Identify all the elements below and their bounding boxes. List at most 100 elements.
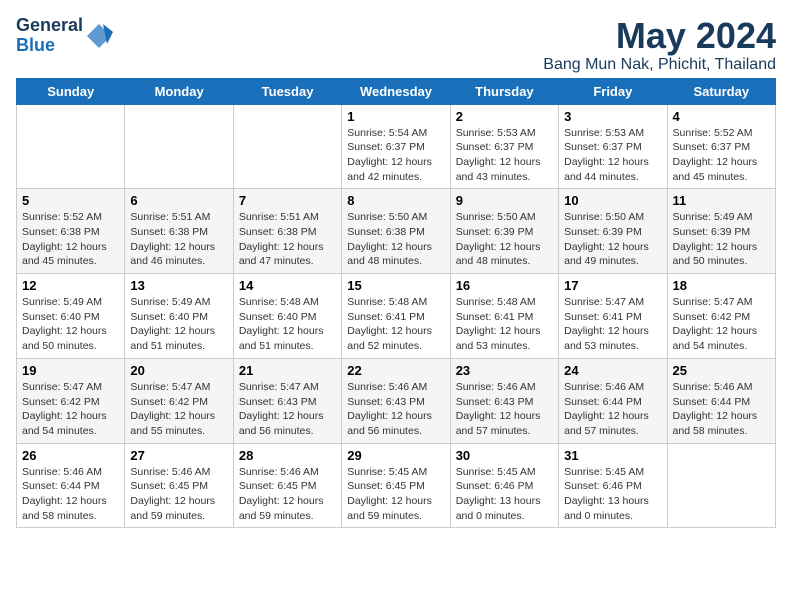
calendar-cell: 17 Sunrise: 5:47 AMSunset: 6:41 PMDayligh… [559, 274, 667, 359]
day-info: Sunrise: 5:45 AMSunset: 6:46 PMDaylight:… [564, 465, 661, 524]
header-saturday: Saturday [667, 78, 775, 104]
day-number: 10 [564, 193, 661, 208]
calendar-body: 1Sunrise: 5:54 AMSunset: 6:37 PMDaylight… [17, 104, 776, 528]
calendar-cell: 26Sunrise: 5:46 AMSunset: 6:44 PMDayligh… [17, 443, 125, 528]
day-info: Sunrise: 5:46 AMSunset: 6:43 PMDaylight:… [456, 380, 553, 439]
calendar-cell: 4 Sunrise: 5:52 AMSunset: 6:37 PMDaylight… [667, 104, 775, 189]
day-info: Sunrise: 5:51 AMSunset: 6:38 PMDaylight:… [130, 210, 227, 269]
day-info: Sunrise: 5:46 AMSunset: 6:44 PMDaylight:… [564, 380, 661, 439]
day-info: Sunrise: 5:46 AMSunset: 6:45 PMDaylight:… [239, 465, 336, 524]
day-number: 3 [564, 109, 661, 124]
day-number: 27 [130, 448, 227, 463]
calendar-cell: 31 Sunrise: 5:45 AMSunset: 6:46 PMDayligh… [559, 443, 667, 528]
calendar-title: May 2024 [543, 16, 776, 56]
calendar-cell: 7Sunrise: 5:51 AMSunset: 6:38 PMDaylight… [233, 189, 341, 274]
day-info: Sunrise: 5:48 AMSunset: 6:41 PMDaylight:… [456, 295, 553, 354]
calendar-cell [125, 104, 233, 189]
calendar-table: SundayMondayTuesdayWednesdayThursdayFrid… [16, 78, 776, 529]
header-sunday: Sunday [17, 78, 125, 104]
page-header: General Blue May 2024 Bang Mun Nak, Phic… [16, 16, 776, 74]
calendar-week-4: 26Sunrise: 5:46 AMSunset: 6:44 PMDayligh… [17, 443, 776, 528]
day-info: Sunrise: 5:53 AMSunset: 6:37 PMDaylight:… [564, 126, 661, 185]
day-number: 5 [22, 193, 119, 208]
day-info: Sunrise: 5:53 AMSunset: 6:37 PMDaylight:… [456, 126, 553, 185]
day-number: 7 [239, 193, 336, 208]
day-number: 9 [456, 193, 553, 208]
calendar-cell: 2 Sunrise: 5:53 AMSunset: 6:37 PMDaylight… [450, 104, 558, 189]
day-info: Sunrise: 5:52 AMSunset: 6:38 PMDaylight:… [22, 210, 119, 269]
calendar-cell: 15 Sunrise: 5:48 AMSunset: 6:41 PMDayligh… [342, 274, 450, 359]
day-number: 31 [564, 448, 661, 463]
day-number: 12 [22, 278, 119, 293]
calendar-cell: 19 Sunrise: 5:47 AMSunset: 6:42 PMDayligh… [17, 358, 125, 443]
day-info: Sunrise: 5:47 AMSunset: 6:43 PMDaylight:… [239, 380, 336, 439]
day-number: 26 [22, 448, 119, 463]
day-info: Sunrise: 5:48 AMSunset: 6:41 PMDaylight:… [347, 295, 444, 354]
header-friday: Friday [559, 78, 667, 104]
calendar-cell: 22Sunrise: 5:46 AMSunset: 6:43 PMDayligh… [342, 358, 450, 443]
calendar-cell: 21 Sunrise: 5:47 AMSunset: 6:43 PMDayligh… [233, 358, 341, 443]
day-number: 15 [347, 278, 444, 293]
calendar-cell [17, 104, 125, 189]
day-info: Sunrise: 5:49 AMSunset: 6:40 PMDaylight:… [130, 295, 227, 354]
day-info: Sunrise: 5:46 AMSunset: 6:44 PMDaylight:… [673, 380, 770, 439]
day-info: Sunrise: 5:50 AMSunset: 6:38 PMDaylight:… [347, 210, 444, 269]
calendar-cell: 30 Sunrise: 5:45 AMSunset: 6:46 PMDayligh… [450, 443, 558, 528]
day-info: Sunrise: 5:54 AMSunset: 6:37 PMDaylight:… [347, 126, 444, 185]
header-tuesday: Tuesday [233, 78, 341, 104]
calendar-cell: 14 Sunrise: 5:48 AMSunset: 6:40 PMDayligh… [233, 274, 341, 359]
day-number: 6 [130, 193, 227, 208]
day-number: 16 [456, 278, 553, 293]
day-number: 21 [239, 363, 336, 378]
day-number: 4 [673, 109, 770, 124]
day-number: 13 [130, 278, 227, 293]
calendar-cell: 8 Sunrise: 5:50 AMSunset: 6:38 PMDaylight… [342, 189, 450, 274]
header-monday: Monday [125, 78, 233, 104]
calendar-cell: 3 Sunrise: 5:53 AMSunset: 6:37 PMDaylight… [559, 104, 667, 189]
day-number: 30 [456, 448, 553, 463]
header-thursday: Thursday [450, 78, 558, 104]
calendar-week-0: 1Sunrise: 5:54 AMSunset: 6:37 PMDaylight… [17, 104, 776, 189]
calendar-cell: 27Sunrise: 5:46 AMSunset: 6:45 PMDayligh… [125, 443, 233, 528]
day-number: 29 [347, 448, 444, 463]
day-info: Sunrise: 5:47 AMSunset: 6:41 PMDaylight:… [564, 295, 661, 354]
day-number: 19 [22, 363, 119, 378]
calendar-cell [667, 443, 775, 528]
day-number: 25 [673, 363, 770, 378]
day-info: Sunrise: 5:45 AMSunset: 6:45 PMDaylight:… [347, 465, 444, 524]
calendar-cell: 9 Sunrise: 5:50 AMSunset: 6:39 PMDaylight… [450, 189, 558, 274]
calendar-cell: 28 Sunrise: 5:46 AMSunset: 6:45 PMDayligh… [233, 443, 341, 528]
calendar-cell: 29 Sunrise: 5:45 AMSunset: 6:45 PMDayligh… [342, 443, 450, 528]
calendar-cell: 6 Sunrise: 5:51 AMSunset: 6:38 PMDaylight… [125, 189, 233, 274]
day-number: 11 [673, 193, 770, 208]
calendar-cell: 5 Sunrise: 5:52 AMSunset: 6:38 PMDaylight… [17, 189, 125, 274]
day-info: Sunrise: 5:50 AMSunset: 6:39 PMDaylight:… [564, 210, 661, 269]
day-number: 8 [347, 193, 444, 208]
day-number: 28 [239, 448, 336, 463]
day-info: Sunrise: 5:47 AMSunset: 6:42 PMDaylight:… [22, 380, 119, 439]
calendar-cell: 23 Sunrise: 5:46 AMSunset: 6:43 PMDayligh… [450, 358, 558, 443]
day-info: Sunrise: 5:47 AMSunset: 6:42 PMDaylight:… [673, 295, 770, 354]
day-number: 20 [130, 363, 227, 378]
calendar-cell: 25 Sunrise: 5:46 AMSunset: 6:44 PMDayligh… [667, 358, 775, 443]
day-info: Sunrise: 5:52 AMSunset: 6:37 PMDaylight:… [673, 126, 770, 185]
day-number: 14 [239, 278, 336, 293]
day-number: 24 [564, 363, 661, 378]
day-info: Sunrise: 5:49 AMSunset: 6:39 PMDaylight:… [673, 210, 770, 269]
day-number: 23 [456, 363, 553, 378]
day-info: Sunrise: 5:50 AMSunset: 6:39 PMDaylight:… [456, 210, 553, 269]
day-info: Sunrise: 5:45 AMSunset: 6:46 PMDaylight:… [456, 465, 553, 524]
calendar-cell: 18 Sunrise: 5:47 AMSunset: 6:42 PMDayligh… [667, 274, 775, 359]
logo-blue: Blue [16, 35, 55, 55]
day-info: Sunrise: 5:47 AMSunset: 6:42 PMDaylight:… [130, 380, 227, 439]
logo-general: General [16, 15, 83, 35]
day-number: 22 [347, 363, 444, 378]
day-number: 2 [456, 109, 553, 124]
logo-icon [85, 22, 113, 50]
calendar-week-1: 5 Sunrise: 5:52 AMSunset: 6:38 PMDaylight… [17, 189, 776, 274]
calendar-cell: 11 Sunrise: 5:49 AMSunset: 6:39 PMDayligh… [667, 189, 775, 274]
day-number: 17 [564, 278, 661, 293]
calendar-cell [233, 104, 341, 189]
day-number: 18 [673, 278, 770, 293]
day-info: Sunrise: 5:48 AMSunset: 6:40 PMDaylight:… [239, 295, 336, 354]
